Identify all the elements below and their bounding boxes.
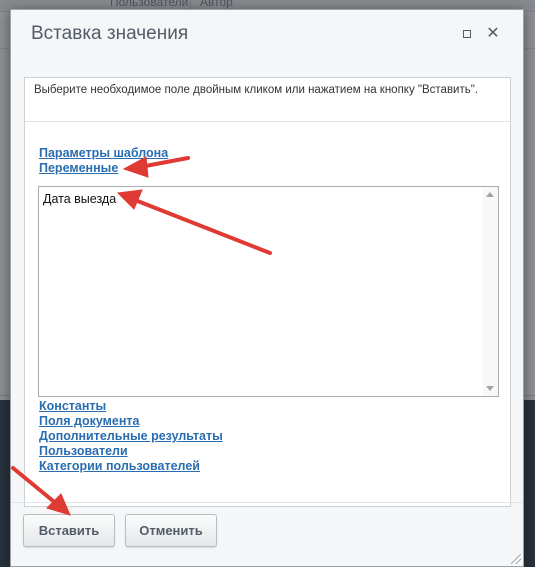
group-link-additional-results[interactable]: Дополнительные результаты xyxy=(39,429,223,443)
cancel-button[interactable]: Отменить xyxy=(125,514,217,547)
dialog-title: Вставка значения xyxy=(31,23,189,44)
scroll-down-icon[interactable] xyxy=(486,386,494,391)
group-link-users[interactable]: Пользователи xyxy=(39,444,128,458)
group-link-constants[interactable]: Константы xyxy=(39,399,106,413)
group-link-user-categories[interactable]: Категории пользователей xyxy=(39,459,200,473)
listbox-scrollbar[interactable] xyxy=(483,187,498,396)
group-link-variables[interactable]: Переменные xyxy=(39,161,118,175)
close-icon[interactable]: ✕ xyxy=(485,26,501,42)
footer-divider xyxy=(11,502,523,503)
resize-grip-icon[interactable] xyxy=(511,554,521,564)
insert-button[interactable]: Вставить xyxy=(23,514,115,547)
dialog-content: Выберите необходимое поле двойным кликом… xyxy=(24,77,511,507)
group-link-document-fields[interactable]: Поля документа xyxy=(39,414,139,428)
list-item[interactable]: Дата выезда xyxy=(43,192,116,206)
dialog-header[interactable]: Вставка значения ✕ xyxy=(11,10,523,58)
scroll-up-icon[interactable] xyxy=(486,192,494,197)
insert-value-dialog: Вставка значения ✕ Выберите необходимое … xyxy=(10,9,524,567)
group-link-template-params[interactable]: Параметры шаблона xyxy=(39,146,168,160)
variables-listbox[interactable]: Дата выезда xyxy=(38,186,499,397)
instruction-text: Выберите необходимое поле двойным кликом… xyxy=(25,78,510,122)
minimize-icon[interactable] xyxy=(459,26,475,42)
